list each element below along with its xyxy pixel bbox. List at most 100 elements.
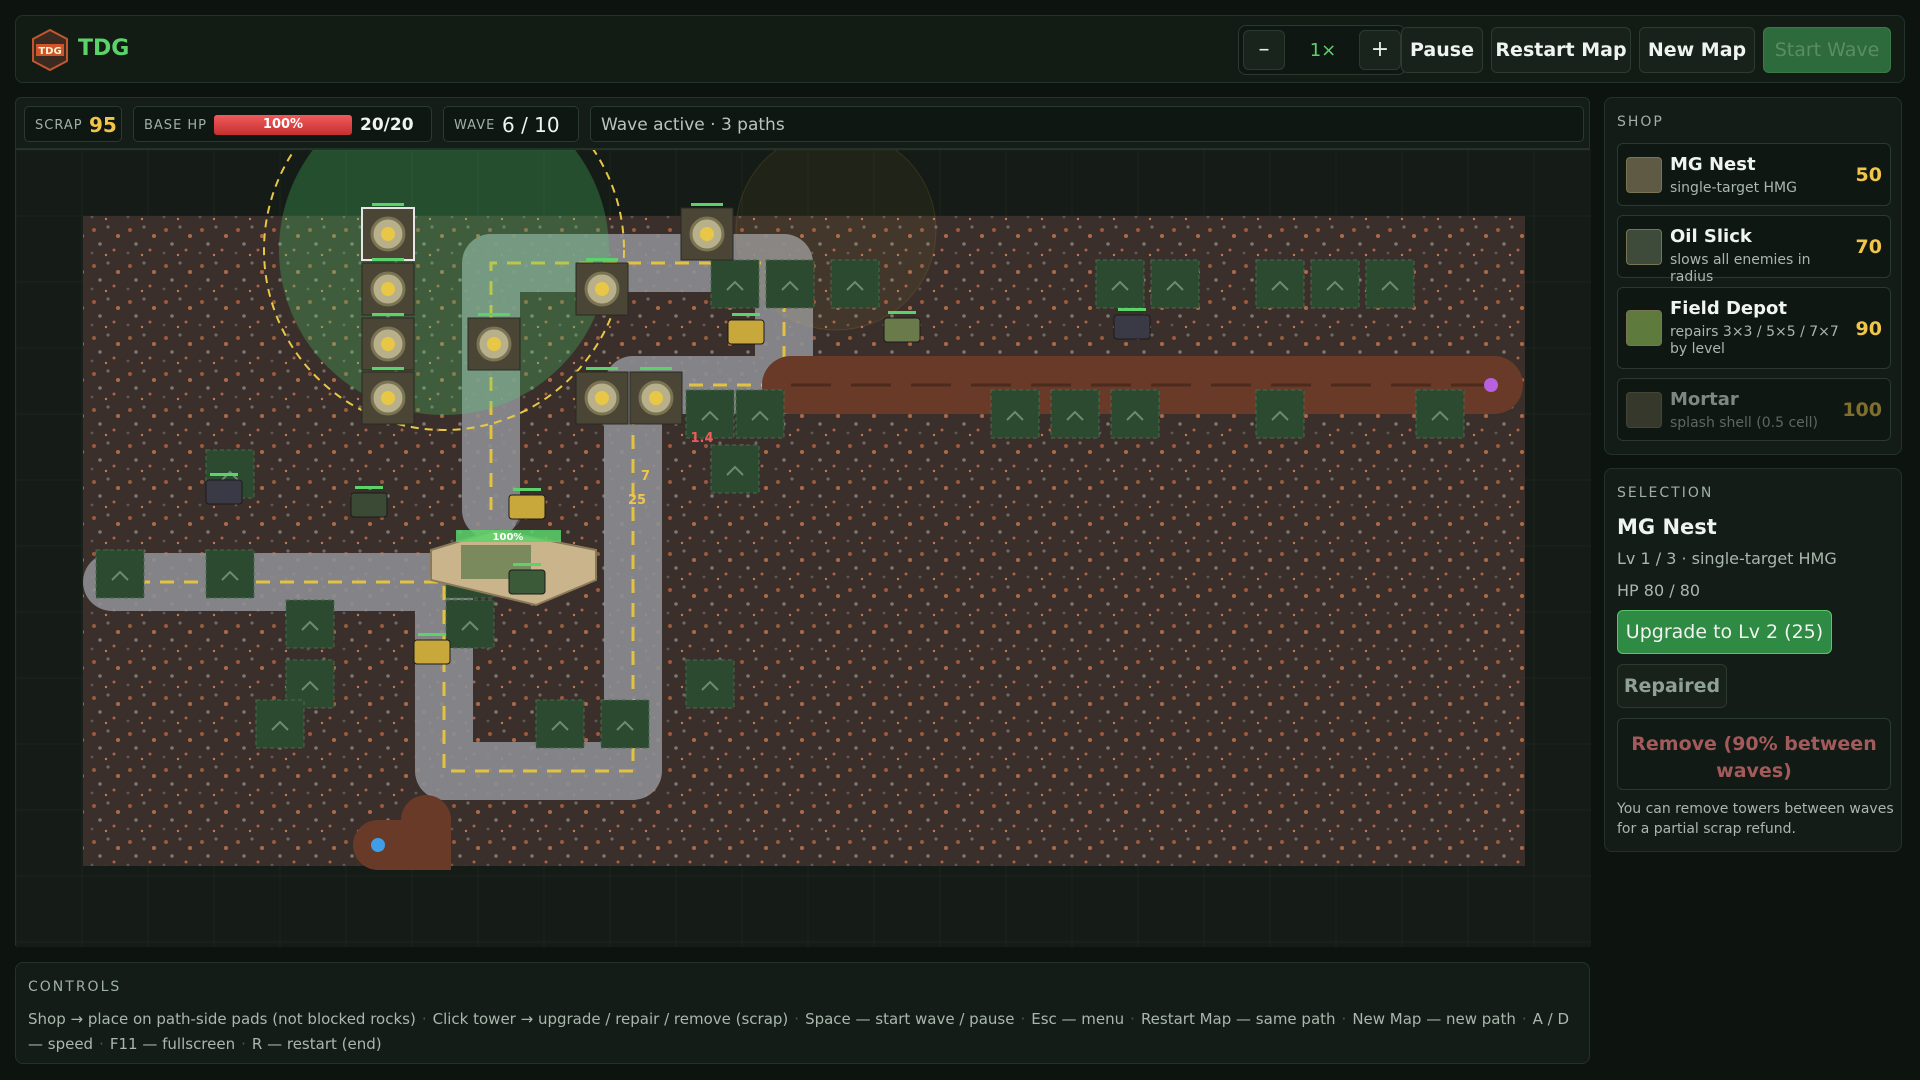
svg-text:TDG: TDG — [38, 46, 61, 57]
control-hint: Click tower → upgrade / repair / remove … — [432, 1010, 789, 1028]
tdg-emblem-icon: TDG — [30, 28, 70, 72]
build-pad[interactable] — [1255, 259, 1305, 309]
build-pad[interactable] — [710, 444, 760, 494]
build-pad[interactable] — [1095, 259, 1145, 309]
control-separator: · — [1130, 1010, 1135, 1028]
mg-nest-tower[interactable] — [361, 203, 415, 261]
control-hint: R — restart (end) — [251, 1035, 382, 1053]
build-pad[interactable] — [710, 259, 760, 309]
tower-range-readout: 1.4 — [690, 431, 713, 446]
wave-label: WAVE — [454, 118, 496, 133]
control-separator: · — [1020, 1010, 1026, 1028]
control-separator: · — [99, 1035, 104, 1053]
control-hint: New Map — new path — [1352, 1010, 1516, 1028]
remove-tower-button[interactable]: Remove (90% between waves) — [1617, 718, 1891, 790]
shop-panel: SHOP MG Nest single-target HMG 50 Oil Sl… — [1604, 97, 1902, 455]
game-map[interactable]: 100% 1.4 7 25 — [16, 150, 1591, 947]
build-pad[interactable] — [1110, 389, 1160, 439]
build-pad[interactable] — [600, 699, 650, 749]
build-pad[interactable] — [735, 389, 785, 439]
shop-item-field-depot[interactable]: Field Depot repairs 3×3 / 5×5 / 7×7 by l… — [1617, 287, 1891, 369]
new-map-button[interactable]: New Map — [1639, 27, 1755, 73]
selected-tower-level: Lv 1 / 3 · single-target HMG — [1617, 549, 1837, 568]
speed-control: – 1× + — [1238, 25, 1406, 75]
spawn-marker-east — [1484, 378, 1498, 392]
build-pad[interactable] — [1255, 389, 1305, 439]
base-hp-value: 20/20 — [360, 115, 414, 135]
mg-nest-tower[interactable] — [361, 367, 415, 425]
shop-item-desc: single-target HMG — [1670, 180, 1797, 196]
shop-item-cost: 50 — [1855, 164, 1882, 186]
mg-nest-tower[interactable] — [629, 367, 683, 425]
shop-title: SHOP — [1617, 114, 1664, 130]
base-hp-bar: 100% — [214, 115, 352, 135]
build-pad[interactable] — [255, 699, 305, 749]
hud-bar: SCRAP 95 BASE HP 100% 20/20 WAVE 6 / 10 … — [15, 97, 1590, 149]
mg-nest-tower[interactable] — [467, 313, 521, 371]
restart-map-button[interactable]: Restart Map — [1491, 27, 1631, 73]
build-pad[interactable] — [990, 389, 1040, 439]
controls-list: Shop → place on path-side pads (not bloc… — [28, 1007, 1578, 1057]
build-pad[interactable] — [1365, 259, 1415, 309]
status-text: Wave active · 3 paths — [601, 115, 785, 135]
build-pad[interactable] — [1150, 259, 1200, 309]
mg-nest-tower[interactable] — [575, 367, 629, 425]
base-hp-percent: 100% — [262, 117, 304, 132]
control-separator: · — [1341, 1010, 1347, 1028]
spawn-marker-south — [371, 838, 385, 852]
mg-nest-tower[interactable] — [575, 258, 629, 316]
status-message: Wave active · 3 paths — [590, 106, 1584, 142]
wave-counter: WAVE 6 / 10 — [443, 106, 579, 142]
build-pad[interactable] — [685, 659, 735, 709]
shop-item-mortar[interactable]: Mortar splash shell (0.5 cell) 100 — [1617, 378, 1891, 441]
app-title: TDG — [78, 36, 130, 61]
upgrade-button[interactable]: Upgrade to Lv 2 (25) — [1617, 610, 1832, 654]
base-hp-label: 100% — [493, 532, 524, 543]
game-board[interactable]: 100% 1.4 7 25 — [15, 149, 1591, 947]
selected-tower-name: MG Nest — [1617, 515, 1717, 539]
build-pad[interactable] — [830, 259, 880, 309]
shop-item-desc: repairs 3×3 / 5×5 / 7×7 by level — [1670, 324, 1839, 357]
mg-nest-tower[interactable] — [361, 258, 415, 316]
mg-nest-icon — [1626, 157, 1662, 193]
pause-button[interactable]: Pause — [1401, 27, 1483, 73]
base-hp-meter: BASE HP 100% 20/20 — [133, 106, 432, 142]
scrap-label: SCRAP — [35, 118, 83, 133]
speed-value: 1× — [1309, 40, 1337, 61]
enemy-counter-a: 7 — [641, 469, 650, 484]
speed-increase-button[interactable]: + — [1359, 30, 1401, 70]
wave-value: 6 / 10 — [502, 113, 560, 137]
control-hint: Shop → place on path-side pads (not bloc… — [28, 1010, 416, 1028]
build-pad[interactable] — [95, 549, 145, 599]
shop-item-desc: splash shell (0.5 cell) — [1670, 415, 1819, 431]
speed-decrease-button[interactable]: – — [1243, 30, 1285, 70]
shop-item-oil-slick[interactable]: Oil Slick slows all enemies in radius 70 — [1617, 215, 1891, 285]
build-pad[interactable] — [765, 259, 815, 309]
control-hint: F11 — fullscreen — [109, 1035, 236, 1053]
top-bar: TDG TDG – 1× + Pause Restart Map New Map… — [15, 15, 1905, 83]
mortar-icon — [1626, 392, 1662, 428]
shop-item-desc: slows all enemies in radius — [1670, 252, 1811, 285]
scrap-counter: SCRAP 95 — [24, 106, 122, 142]
controls-panel: CONTROLS Shop → place on path-side pads … — [15, 962, 1590, 1064]
control-separator: · — [241, 1035, 246, 1053]
shop-item-name: Oil Slick — [1670, 226, 1752, 247]
oil-slick-icon — [1626, 229, 1662, 265]
start-wave-button[interactable]: Start Wave — [1763, 27, 1891, 73]
scrap-value: 95 — [89, 113, 117, 137]
mg-nest-tower[interactable] — [680, 203, 734, 261]
selected-tower-hp: HP 80 / 80 — [1617, 581, 1701, 600]
repair-button[interactable]: Repaired — [1617, 664, 1727, 708]
remove-hint: You can remove towers between waves for … — [1617, 801, 1894, 837]
mg-nest-tower[interactable] — [361, 313, 415, 371]
selection-title: SELECTION — [1617, 485, 1714, 501]
build-pad[interactable] — [1415, 389, 1465, 439]
control-separator: · — [794, 1010, 800, 1028]
build-pad[interactable] — [205, 549, 255, 599]
build-pad[interactable] — [1050, 389, 1100, 439]
build-pad[interactable] — [445, 599, 495, 649]
build-pad[interactable] — [285, 599, 335, 649]
build-pad[interactable] — [1310, 259, 1360, 309]
shop-item-mg-nest[interactable]: MG Nest single-target HMG 50 — [1617, 143, 1891, 206]
build-pad[interactable] — [535, 699, 585, 749]
